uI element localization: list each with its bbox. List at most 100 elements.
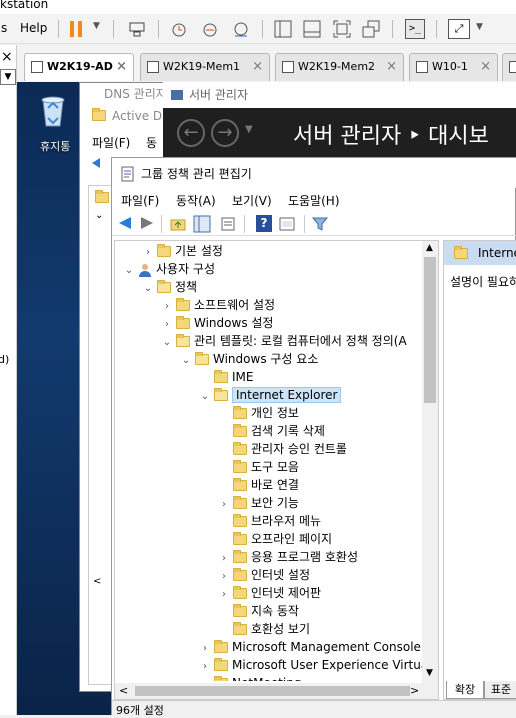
dns-menu-file[interactable]: 파일(F) [92,134,130,151]
tree-item[interactable]: ⌄ 사용자 구성 [123,260,215,278]
server-manager-icon [171,90,183,100]
scroll-thumb[interactable] [424,257,436,403]
sidebar-toggle-icon[interactable] [274,20,292,38]
unity-icon[interactable] [362,20,380,38]
tree-item[interactable]: ⌄ Internet Explorer [199,386,342,406]
tree-item[interactable]: IME [199,368,253,386]
tree-item-label: 관리 템플릿: 로컬 컴퓨터에서 정책 정의(A [194,334,407,348]
forward-button[interactable]: → [211,119,239,147]
scroll-down-icon[interactable]: ▼ [426,668,433,678]
tree-item[interactable]: › 인터넷 설정 [218,566,310,584]
tree-item[interactable]: NetMeeting [199,674,301,681]
vm-tab-w2k19-mem1[interactable]: W2K19-Mem1 × [140,53,270,81]
scroll-thumb-h[interactable] [135,686,410,696]
snapshot-manager-icon[interactable] [232,20,250,38]
vm-tab-w2k19-mem2[interactable]: W2K19-Mem2 × [275,53,404,81]
gpe-title: 그룹 정책 관리 편집기 [141,167,252,181]
revert-snapshot-icon[interactable] [201,20,219,38]
folder-icon [233,406,247,419]
pause-icon[interactable] [70,21,84,37]
tree-item[interactable]: › 인터넷 제어판 [218,584,321,602]
tree-item[interactable]: › 기본 설정 [142,242,223,260]
library-close-icon[interactable]: × [1,49,13,65]
tree-item[interactable]: ⌄ 관리 템플릿: 로컬 컴퓨터에서 정책 정의(A [161,332,407,350]
folder-icon [233,568,247,581]
folder-icon [176,334,190,347]
scroll-left-icon[interactable]: < [93,576,101,587]
chevron-down-icon[interactable]: ⌄ [123,262,135,280]
tree-item[interactable]: › 소프트웨어 설정 [161,296,275,314]
pause-dropdown-icon[interactable]: ▼ [93,21,100,31]
export-list-icon[interactable] [220,216,236,232]
scroll-left-icon[interactable]: < [119,684,128,697]
terminal-icon[interactable]: >_ [405,19,425,39]
menu-partial[interactable]: s [1,21,7,35]
tree-item[interactable]: 바로 연결 [218,476,299,494]
tree-item-label: 검색 기록 삭제 [251,424,325,438]
dns-back-icon[interactable] [90,158,100,168]
send-ctrl-alt-del-icon[interactable] [128,21,146,37]
view-tab-standard[interactable]: 표준 [484,681,516,699]
library-dropdown[interactable]: ▼ [0,69,16,85]
snapshot-icon[interactable] [170,20,188,38]
properties-icon[interactable] [279,216,295,232]
scroll-up-icon[interactable]: ▲ [426,243,433,253]
tree-item[interactable]: 오프라인 페이지 [218,530,332,548]
back-icon[interactable] [119,217,131,229]
user-config-icon [138,263,152,277]
chevron-down-icon[interactable]: ⌄ [199,388,211,406]
close-icon[interactable]: × [386,54,397,80]
close-icon[interactable]: × [480,54,491,80]
view-tab-extended[interactable]: 확장 [446,681,484,699]
tree-item[interactable]: › Windows 설정 [161,314,273,332]
vm-tab-w10-1[interactable]: W10-1 × [409,53,498,81]
chevron-down-icon[interactable]: ⌄ [180,352,192,370]
toolbar-divider [436,20,437,38]
chevron-down-icon[interactable]: ⌄ [95,210,103,221]
tree-item[interactable]: › Microsoft Management Console [199,638,421,656]
vertical-scrollbar[interactable]: ▲ ▼ [422,241,438,683]
tree-item[interactable]: 도구 모음 [218,458,299,476]
fullscreen-icon[interactable] [333,20,351,38]
close-icon[interactable]: × [252,54,263,80]
forward-icon[interactable] [141,217,153,229]
tree-item[interactable]: ⌄ Windows 구성 요소 [180,350,318,368]
stretch-guest-icon[interactable]: ⤢ [448,19,470,39]
vm-tab-partial[interactable] [502,53,516,81]
menu-file[interactable]: 파일(F) [121,192,159,209]
tree-item[interactable]: › 응용 프로그램 호환성 [218,548,358,566]
menu-help[interactable]: 도움말(H) [288,192,340,209]
console-view-icon[interactable] [303,20,321,38]
close-icon[interactable]: × [116,54,127,80]
tree-item[interactable]: 관리자 승인 컨트롤 [218,440,347,458]
dns-menu-action[interactable]: 동 [146,134,157,151]
show-hide-tree-icon[interactable] [193,215,211,233]
folder-icon [233,424,247,437]
tree-item[interactable]: 지속 동작 [218,602,299,620]
horizontal-scrollbar[interactable]: < > [115,683,438,699]
gpe-window[interactable]: 그룹 정책 관리 편집기 파일(F) 동작(A) 보기(V) 도움말(H) ? … [111,157,516,717]
tree-item[interactable]: ⌄ 정책 [142,278,197,296]
folder-icon [233,550,247,563]
chevron-down-icon[interactable]: ⌄ [142,280,154,298]
library-text-fragment: d) [0,353,10,366]
filter-icon[interactable] [312,216,328,232]
tree-item[interactable]: › 보안 기능 [218,494,299,512]
tree-item[interactable]: 검색 기록 삭제 [218,422,325,440]
nav-dropdown-icon[interactable]: ▼ [245,124,253,135]
help-icon[interactable]: ? [256,215,272,232]
stretch-dropdown-icon[interactable]: ▼ [476,22,483,32]
up-folder-icon[interactable] [170,216,186,232]
back-button[interactable]: ← [177,119,205,147]
vm-tab-w2k19-ad[interactable]: W2K19-AD × [24,53,134,81]
recycle-bin-icon[interactable] [36,90,72,128]
tree-item[interactable]: 개인 정보 [218,404,299,422]
menu-view[interactable]: 보기(V) [232,192,272,209]
tree-item[interactable]: 호환성 보기 [218,620,310,638]
menu-action[interactable]: 동작(A) [176,192,216,209]
tree-item[interactable]: › Microsoft User Experience Virtualiz [199,656,425,674]
help-menu[interactable]: Help [20,21,47,35]
scroll-right-icon[interactable]: > [410,684,419,697]
tree-item[interactable]: 브라우저 메뉴 [218,512,321,530]
chevron-down-icon[interactable]: ⌄ [161,334,173,352]
